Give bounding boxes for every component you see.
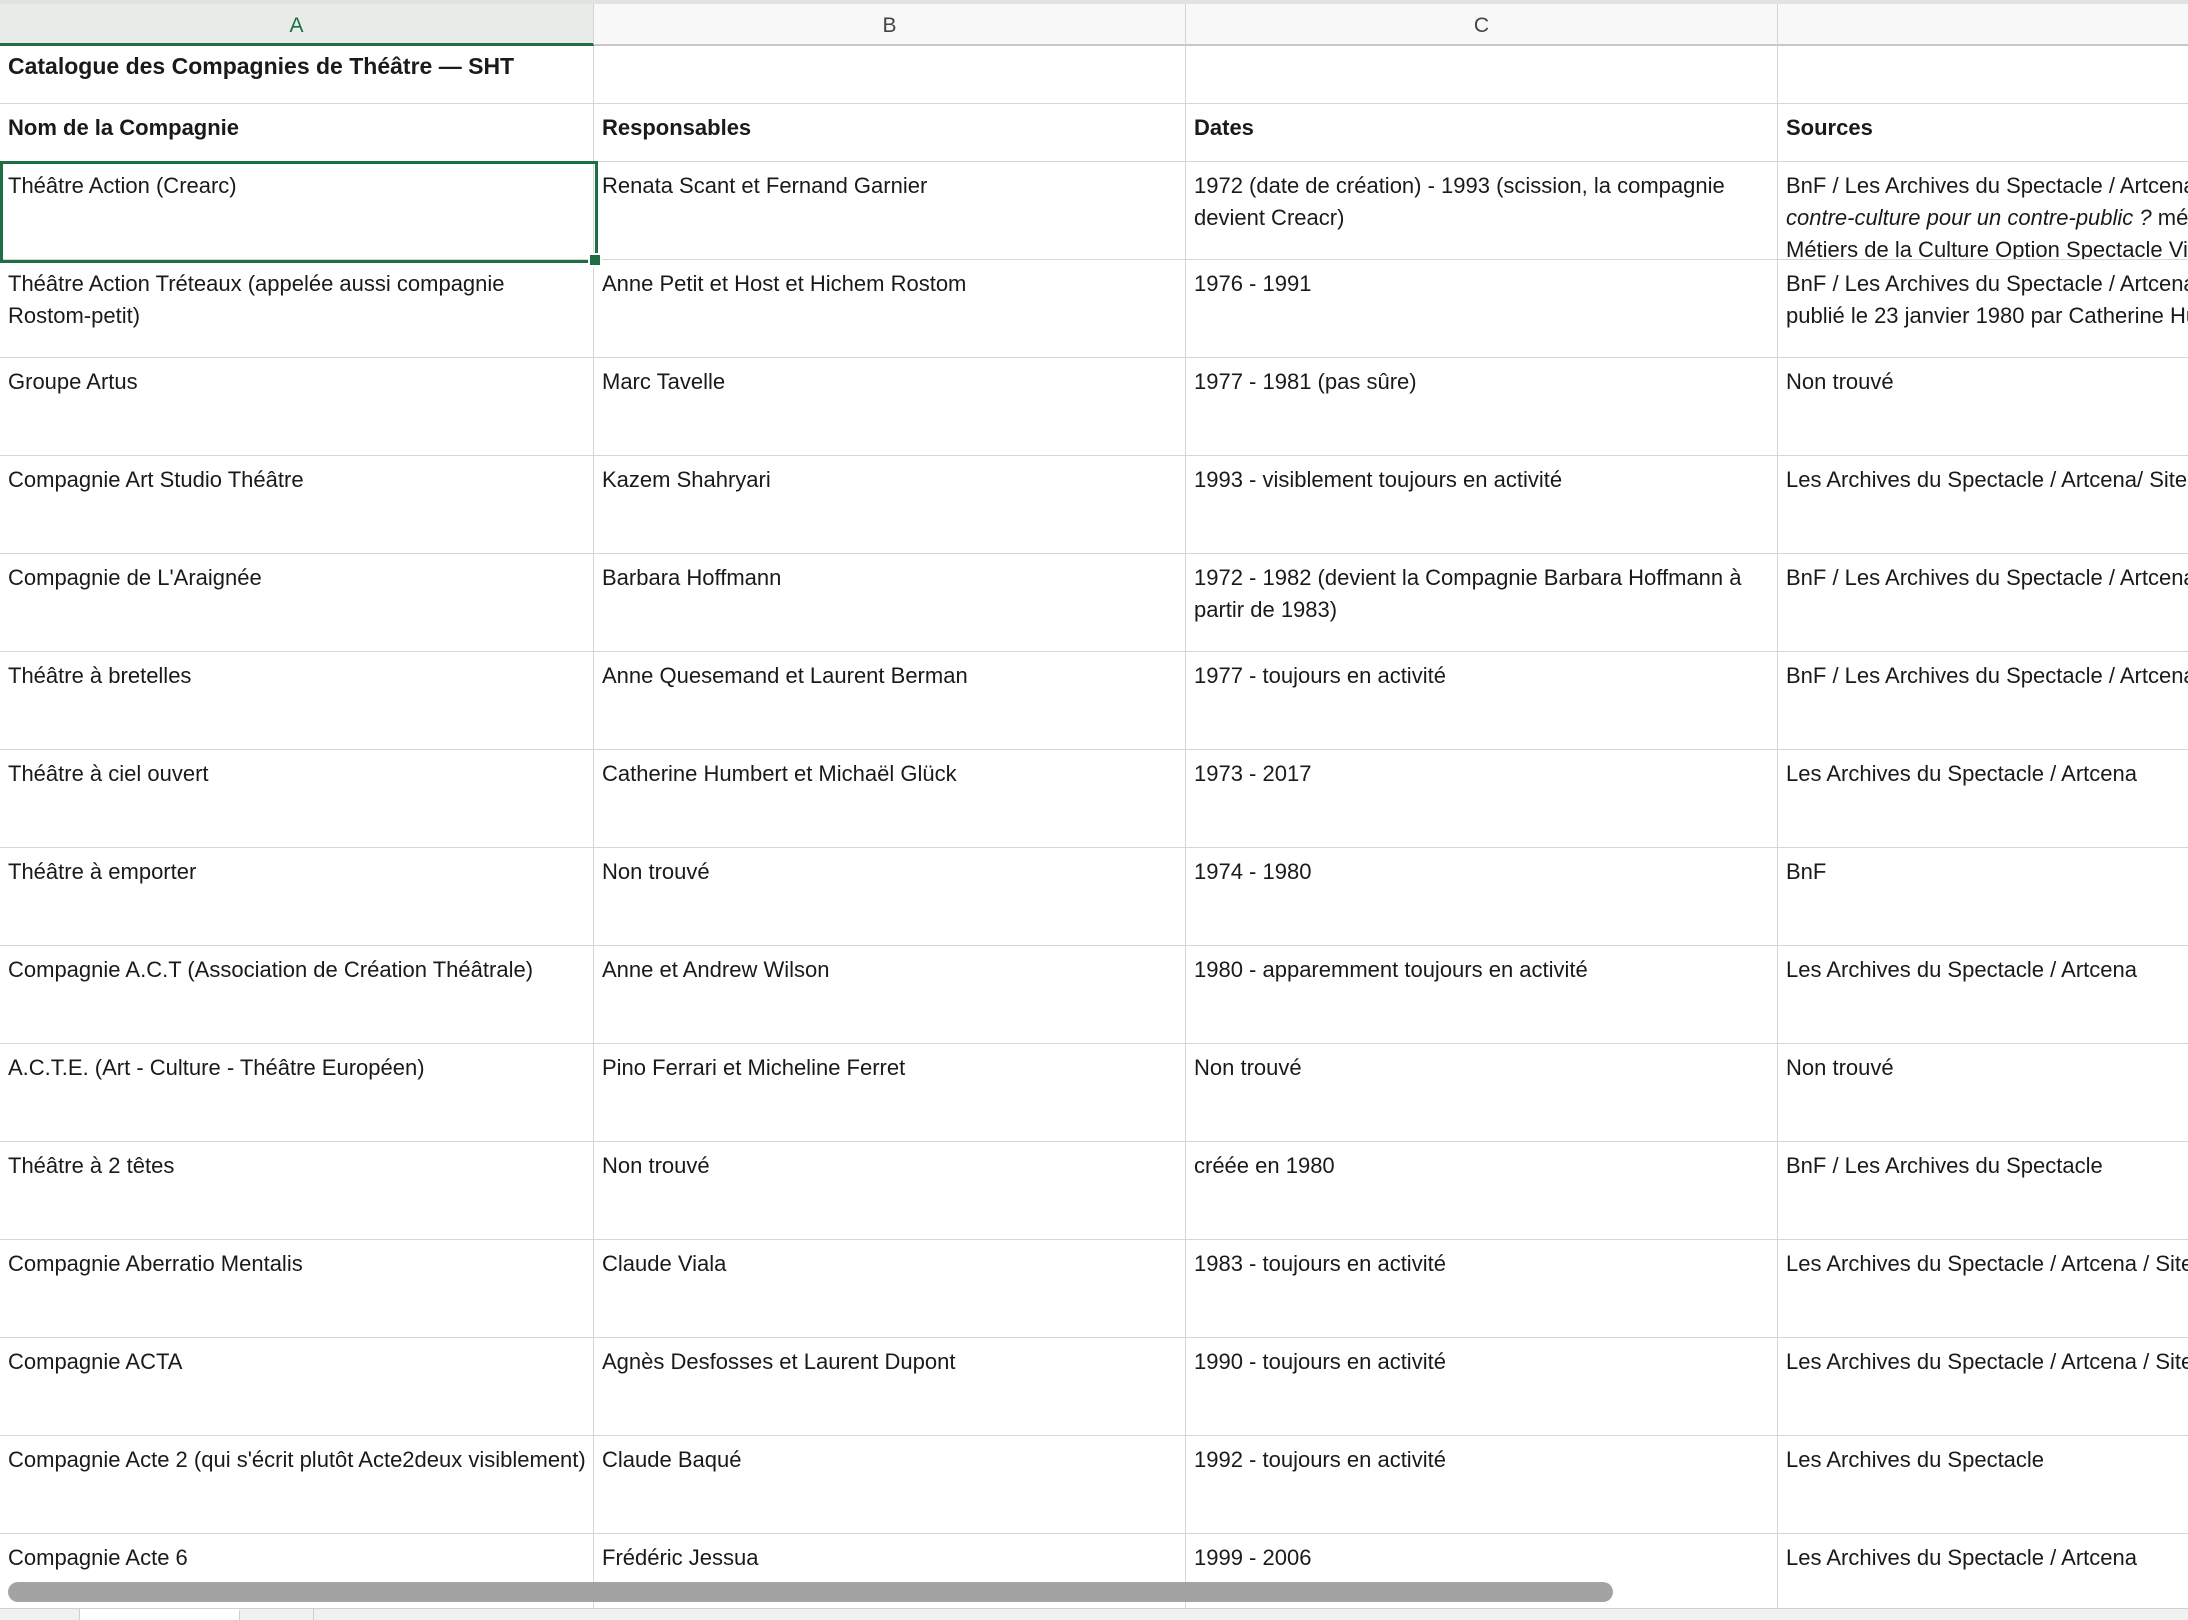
horizontal-scrollbar[interactable] — [8, 1582, 1613, 1602]
cell-sources[interactable]: BnF / Les Archives du Spectacle / Artcen… — [1778, 554, 2188, 651]
cell-responsables[interactable]: Kazem Shahryari — [594, 456, 1186, 553]
table-row: Compagnie Acte 2 (qui s'écrit plutôt Act… — [0, 1436, 2188, 1534]
column-header-d[interactable] — [1778, 4, 2188, 46]
header-cell-responsables[interactable]: Responsables — [594, 104, 1186, 161]
cell-responsables[interactable]: Agnès Desfosses et Laurent Dupont — [594, 1338, 1186, 1435]
cell-dates[interactable]: 1972 (date de création) - 1993 (scission… — [1186, 162, 1778, 259]
cell-company-name[interactable]: Théâtre Action (Crearc) — [0, 162, 594, 259]
table-row: Théâtre à ciel ouvert Catherine Humbert … — [0, 750, 2188, 848]
column-header-bar: A B C — [0, 0, 2188, 46]
cell-sources[interactable]: BnF / Les Archives du Spectacle / Artcen… — [1778, 260, 2188, 357]
cell-company-name[interactable]: Théâtre à bretelles — [0, 652, 594, 749]
table-row: Compagnie Art Studio Théâtre Kazem Shahr… — [0, 456, 2188, 554]
cell-responsables[interactable]: Anne Petit et Host et Hichem Rostom — [594, 260, 1186, 357]
spreadsheet: A B C Catalogue des Compagnies de Théâtr… — [0, 0, 2188, 1620]
header-row: Nom de la Compagnie Responsables Dates S… — [0, 104, 2188, 162]
table-row: Groupe Artus Marc Tavelle 1977 - 1981 (p… — [0, 358, 2188, 456]
cell-responsables[interactable]: Non trouvé — [594, 848, 1186, 945]
cell-sources[interactable]: Non trouvé — [1778, 358, 2188, 455]
cell-sources[interactable]: Les Archives du Spectacle / Artcena / Si… — [1778, 1338, 2188, 1435]
cell-sources[interactable]: Les Archives du Spectacle / Artcena — [1778, 750, 2188, 847]
table-row: Théâtre à 2 têtes Non trouvé créée en 19… — [0, 1142, 2188, 1240]
cell-company-name[interactable]: Théâtre à emporter — [0, 848, 594, 945]
cell-dates[interactable]: 1973 - 2017 — [1186, 750, 1778, 847]
cell-dates[interactable]: Non trouvé — [1186, 1044, 1778, 1141]
title-row: Catalogue des Compagnies de Théâtre — SH… — [0, 46, 2188, 104]
cell-responsables[interactable]: Claude Viala — [594, 1240, 1186, 1337]
table-row: A.C.T.E. (Art - Culture - Théâtre Europé… — [0, 1044, 2188, 1142]
table-row: Théâtre Action Tréteaux (appelée aussi c… — [0, 260, 2188, 358]
sources-italic-title: contre-culture pour un contre-public ? — [1786, 205, 2152, 230]
cell-sources[interactable]: Les Archives du Spectacle / Artcena/ Sit… — [1778, 456, 2188, 553]
sheet-title-cell[interactable]: Catalogue des Compagnies de Théâtre — SH… — [0, 46, 594, 103]
cell-company-name[interactable]: Compagnie Acte 2 (qui s'écrit plutôt Act… — [0, 1436, 594, 1533]
cell-responsables[interactable]: Claude Baqué — [594, 1436, 1186, 1533]
cell-company-name[interactable]: Compagnie de L'Araignée — [0, 554, 594, 651]
column-header-c[interactable]: C — [1186, 4, 1778, 46]
cell-responsables[interactable]: Barbara Hoffmann — [594, 554, 1186, 651]
sheet-tab-bar — [0, 1608, 2188, 1620]
cell-company-name[interactable]: Théâtre à 2 têtes — [0, 1142, 594, 1239]
header-cell-name[interactable]: Nom de la Compagnie — [0, 104, 594, 161]
cell-dates[interactable]: créée en 1980 — [1186, 1142, 1778, 1239]
sheet-tab[interactable] — [240, 1609, 314, 1620]
cell-company-name[interactable]: Théâtre Action Tréteaux (appelée aussi c… — [0, 260, 594, 357]
table-row: Compagnie de L'Araignée Barbara Hoffmann… — [0, 554, 2188, 652]
cell-dates[interactable]: 1974 - 1980 — [1186, 848, 1778, 945]
column-header-b[interactable]: B — [594, 4, 1186, 46]
cell-dates[interactable]: 1980 - apparemment toujours en activité — [1186, 946, 1778, 1043]
column-header-a[interactable]: A — [0, 4, 594, 46]
cell-responsables[interactable]: Pino Ferrari et Micheline Ferret — [594, 1044, 1186, 1141]
cell-responsables[interactable]: Catherine Humbert et Michaël Glück — [594, 750, 1186, 847]
sources-line-tail: mé — [2157, 205, 2188, 230]
cell-dates[interactable]: 1990 - toujours en activité — [1186, 1338, 1778, 1435]
cell-dates[interactable]: 1976 - 1991 — [1186, 260, 1778, 357]
cell-responsables[interactable]: Anne Quesemand et Laurent Berman — [594, 652, 1186, 749]
table-row: Théâtre à bretelles Anne Quesemand et La… — [0, 652, 2188, 750]
cell-company-name[interactable]: Compagnie Aberratio Mentalis — [0, 1240, 594, 1337]
cell-dates[interactable]: 1983 - toujours en activité — [1186, 1240, 1778, 1337]
cell-sources[interactable]: Non trouvé — [1778, 1044, 2188, 1141]
sources-line: Métiers de la Culture Option Spectacle V… — [1786, 237, 2188, 259]
empty-cell[interactable] — [1778, 46, 2188, 103]
sheet-tab[interactable] — [0, 1609, 80, 1620]
cell-sources[interactable]: BnF / Les Archives du Spectacle / Artcen… — [1778, 652, 2188, 749]
empty-cell[interactable] — [594, 46, 1186, 103]
cell-dates[interactable]: 1993 - visiblement toujours en activité — [1186, 456, 1778, 553]
cell-company-name[interactable]: Groupe Artus — [0, 358, 594, 455]
cell-dates[interactable]: 1992 - toujours en activité — [1186, 1436, 1778, 1533]
table-row: Théâtre Action (Crearc) Renata Scant et … — [0, 162, 2188, 260]
cell-responsables[interactable]: Renata Scant et Fernand Garnier — [594, 162, 1186, 259]
cell-dates[interactable]: 1977 - toujours en activité — [1186, 652, 1778, 749]
cell-sources[interactable]: Les Archives du Spectacle / Artcena / Si… — [1778, 1240, 2188, 1337]
cell-responsables[interactable]: Anne et Andrew Wilson — [594, 946, 1186, 1043]
table-row: Compagnie ACTA Agnès Desfosses et Lauren… — [0, 1338, 2188, 1436]
cell-dates[interactable]: 1972 - 1982 (devient la Compagnie Barbar… — [1186, 554, 1778, 651]
cell-sources[interactable]: Les Archives du Spectacle — [1778, 1436, 2188, 1533]
table-row: Compagnie A.C.T (Association de Création… — [0, 946, 2188, 1044]
header-cell-dates[interactable]: Dates — [1186, 104, 1778, 161]
cell-responsables[interactable]: Non trouvé — [594, 1142, 1186, 1239]
cell-dates[interactable]: 1977 - 1981 (pas sûre) — [1186, 358, 1778, 455]
sources-line: BnF / Les Archives du Spectacle / Artcen… — [1786, 173, 2188, 198]
cell-sources[interactable]: BnF / Les Archives du Spectacle — [1778, 1142, 2188, 1239]
table-row: Théâtre à emporter Non trouvé 1974 - 198… — [0, 848, 2188, 946]
cell-company-name[interactable]: A.C.T.E. (Art - Culture - Théâtre Europé… — [0, 1044, 594, 1141]
table-row: Compagnie Aberratio Mentalis Claude Vial… — [0, 1240, 2188, 1338]
cell-sources[interactable]: Les Archives du Spectacle / Artcena — [1778, 946, 2188, 1043]
sheet-tab-active[interactable] — [80, 1609, 240, 1620]
cell-company-name[interactable]: Compagnie Art Studio Théâtre — [0, 456, 594, 553]
cell-sources[interactable]: BnF / Les Archives du Spectacle / Artcen… — [1778, 162, 2188, 259]
cell-responsables[interactable]: Marc Tavelle — [594, 358, 1186, 455]
sources-line: contre-culture pour un contre-public ? m… — [1786, 202, 2188, 234]
cell-sources[interactable]: BnF — [1778, 848, 2188, 945]
empty-cell[interactable] — [1186, 46, 1778, 103]
cell-company-name[interactable]: Compagnie ACTA — [0, 1338, 594, 1435]
cell-company-name[interactable]: Théâtre à ciel ouvert — [0, 750, 594, 847]
header-cell-sources[interactable]: Sources — [1778, 104, 2188, 161]
cell-company-name[interactable]: Compagnie A.C.T (Association de Création… — [0, 946, 594, 1043]
